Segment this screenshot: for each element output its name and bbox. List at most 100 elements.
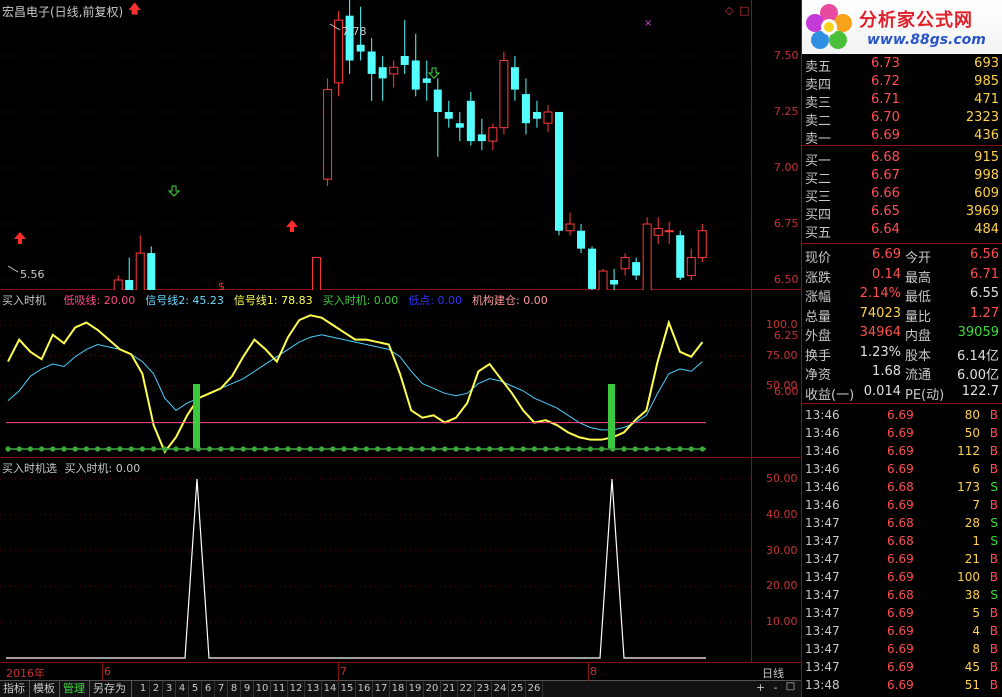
date-tab[interactable]: 12 (288, 681, 305, 697)
bid-row[interactable]: 买三 6.66 609 (801, 185, 1002, 205)
tick-cell: B (989, 498, 998, 512)
tick-row[interactable]: 13:46 6.69 7 B (801, 496, 1002, 514)
buy-timing-chart[interactable] (0, 290, 752, 458)
month-8-label: 8 (590, 665, 597, 678)
candle (389, 60, 399, 88)
ask-row-p: 6.71 (871, 92, 900, 107)
indicator-panel-1[interactable] (0, 290, 801, 458)
tick-row[interactable]: 13:48 6.69 51 B (801, 676, 1002, 694)
ask-row-v: 693 (974, 56, 999, 71)
tick-row[interactable]: 13:47 6.69 5 B (801, 604, 1002, 622)
nav-menu-button[interactable]: □ (784, 681, 797, 692)
date-tab[interactable]: 17 (373, 681, 390, 697)
date-tab[interactable]: 1 (137, 681, 150, 697)
nav-plus-button[interactable]: + (754, 681, 767, 694)
buy-timing-select-chart[interactable] (0, 458, 752, 663)
indicator-1-legend-item: 机构建仓: 0.00 (472, 294, 548, 307)
tick-cell: 6.69 (887, 660, 914, 674)
stat-cell: 122.7 (961, 383, 999, 399)
tick-cell: B (989, 624, 998, 638)
bid-row[interactable]: 买二 6.67 998 (801, 167, 1002, 187)
tick-row[interactable]: 13:47 6.69 4 B (801, 622, 1002, 640)
date-tab[interactable]: 22 (458, 681, 475, 697)
ask-row[interactable]: 卖五 6.73 693 (801, 55, 1002, 75)
tick-row[interactable]: 13:46 6.69 112 B (801, 442, 1002, 460)
date-tab[interactable]: 24 (492, 681, 509, 697)
tick-row[interactable]: 13:46 6.69 6 B (801, 460, 1002, 478)
indicator-1-legend-item: 买入时机: 0.00 (322, 294, 399, 307)
date-tab[interactable]: 4 (176, 681, 189, 697)
tick-row[interactable]: 13:46 6.69 80 B (801, 406, 1002, 424)
square-icon[interactable]: □ (739, 4, 749, 17)
candlestick-chart[interactable]: $ × 7.78 5.56 (0, 0, 752, 290)
date-tab[interactable]: 19 (407, 681, 424, 697)
candle (577, 224, 586, 254)
sell-arrow-icon (167, 185, 181, 197)
bottom-tab-1[interactable]: 模板 (30, 681, 60, 697)
date-tab[interactable]: 7 (215, 681, 228, 697)
tick-cell: 8 (972, 642, 980, 656)
date-tab[interactable]: 18 (390, 681, 407, 697)
tick-row[interactable]: 13:47 6.69 45 B (801, 658, 1002, 676)
date-tab[interactable]: 21 (441, 681, 458, 697)
main-chart-panel[interactable]: $ × 7.78 5.56 (0, 0, 801, 290)
date-tab[interactable]: 10 (254, 681, 271, 697)
bid-row[interactable]: 买五 6.64 484 (801, 221, 1002, 241)
date-tab[interactable]: 8 (228, 681, 241, 697)
tick-row[interactable]: 13:47 6.68 38 S (801, 586, 1002, 604)
flower-logo-icon (806, 4, 852, 49)
tick-row[interactable]: 13:47 6.68 1 S (801, 532, 1002, 550)
date-tab[interactable]: 14 (322, 681, 339, 697)
bottom-tab-2[interactable]: 管理 (60, 681, 90, 697)
date-tab[interactable]: 26 (526, 681, 543, 697)
indicator-1-legend: 买入时机 低吸线: 20.00 信号线2: 45.23 信号线1: 78.83 买入时… (2, 292, 558, 308)
candle (588, 246, 597, 290)
signal-line-2 (7, 334, 703, 431)
bid-row-p: 6.68 (871, 150, 900, 165)
bid-row[interactable]: 买四 6.65 3969 (801, 203, 1002, 223)
candle (653, 217, 663, 245)
ask-row[interactable]: 卖四 6.72 985 (801, 73, 1002, 93)
ask-row[interactable]: 卖一 6.69 436 (801, 127, 1002, 147)
candle (620, 253, 630, 276)
nav-minus-button[interactable]: - (769, 681, 782, 694)
date-tab[interactable]: 25 (509, 681, 526, 697)
bid-row-p: 6.64 (871, 222, 900, 237)
date-tab[interactable]: 3 (163, 681, 176, 697)
date-tab[interactable]: 15 (339, 681, 356, 697)
tick-cell: 13:46 (805, 444, 840, 458)
stat-row: 外盘 34964 内盘 39059 (801, 324, 1002, 344)
bottom-tab-0[interactable]: 指标 (0, 681, 30, 697)
date-tab[interactable]: 23 (475, 681, 492, 697)
tick-cell: 51 (964, 678, 980, 692)
tick-row[interactable]: 13:47 6.69 100 B (801, 568, 1002, 586)
tick-row[interactable]: 13:46 6.68 173 S (801, 478, 1002, 496)
candle (125, 257, 134, 290)
bid-row[interactable]: 买一 6.68 915 (801, 149, 1002, 169)
date-tab[interactable]: 5 (189, 681, 202, 697)
tick-row[interactable]: 13:47 6.69 21 B (801, 550, 1002, 568)
indicator-panel-2[interactable] (0, 458, 801, 663)
bottom-tab-3[interactable]: 另存为 (90, 681, 132, 697)
tick-row[interactable]: 13:46 6.69 50 B (801, 424, 1002, 442)
candle (543, 105, 553, 133)
diamond-icon[interactable]: ◇ (725, 4, 733, 17)
date-tab[interactable]: 13 (305, 681, 322, 697)
ask-row[interactable]: 卖三 6.71 471 (801, 91, 1002, 111)
date-tab[interactable]: 16 (356, 681, 373, 697)
indicator-1-legend-item: 低点: 0.00 (408, 294, 463, 307)
tick-row[interactable]: 13:47 6.69 8 B (801, 640, 1002, 658)
period-label[interactable]: 日线 (762, 665, 784, 681)
tick-cell: 5 (972, 606, 980, 620)
candle (466, 91, 475, 146)
date-tab[interactable]: 11 (271, 681, 288, 697)
date-tab[interactable]: 20 (424, 681, 441, 697)
tick-cell: 6.69 (887, 498, 914, 512)
ask-row[interactable]: 卖二 6.70 2323 (801, 109, 1002, 129)
date-tab[interactable]: 9 (241, 681, 254, 697)
date-tab[interactable]: 6 (202, 681, 215, 697)
date-tab[interactable]: 2 (150, 681, 163, 697)
tick-row[interactable]: 13:47 6.68 28 S (801, 514, 1002, 532)
logo-banner[interactable]: 分析家公式网 www.88gs.com (801, 0, 1002, 54)
tick-cell: S (990, 588, 998, 602)
